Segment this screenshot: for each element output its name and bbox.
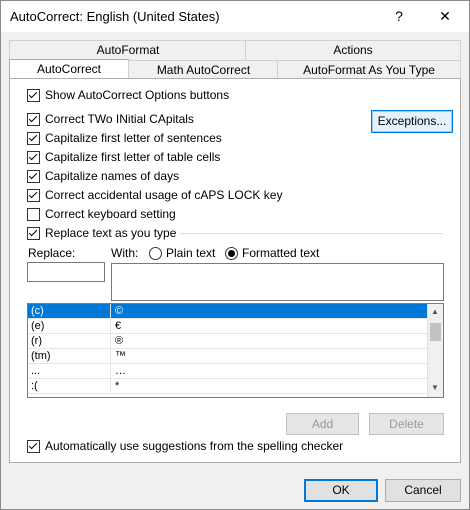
column-divider xyxy=(110,319,111,334)
scroll-thumb[interactable] xyxy=(430,323,441,341)
tab-autoformat-as-you-type[interactable]: AutoFormat As You Type xyxy=(277,60,461,80)
with-label: With: xyxy=(111,246,139,260)
checkbox-checked[interactable] xyxy=(27,226,40,240)
list-item[interactable]: ... … xyxy=(28,364,427,379)
radio-unselected[interactable] xyxy=(149,246,162,260)
keyboard-setting-checkbox[interactable]: Correct keyboard setting xyxy=(27,206,176,222)
entry-with-text: © xyxy=(115,305,124,317)
replace-input[interactable] xyxy=(27,262,105,282)
checkbox-label: Correct keyboard setting xyxy=(45,207,176,221)
dialog-title: AutoCorrect: English (United States) xyxy=(10,9,220,24)
checkbox-label: Replace text as you type xyxy=(45,226,177,240)
column-divider xyxy=(110,304,111,319)
list-item[interactable]: (c) © xyxy=(28,304,427,319)
checkbox-checked[interactable] xyxy=(27,131,40,145)
checkbox-checked[interactable] xyxy=(27,188,40,202)
checkbox-unchecked[interactable] xyxy=(27,207,40,221)
autocorrect-dialog: AutoCorrect: English (United States) ? ✕… xyxy=(0,0,470,510)
column-divider xyxy=(110,379,111,394)
tab-label: AutoCorrect xyxy=(36,62,102,76)
list-item[interactable]: :( * xyxy=(28,379,427,394)
checkbox-checked[interactable] xyxy=(27,112,40,126)
checkbox-checked[interactable] xyxy=(27,169,40,183)
tab-actions[interactable]: Actions xyxy=(245,40,461,60)
column-divider xyxy=(110,334,111,349)
tab-label: Math AutoCorrect xyxy=(156,63,251,77)
entry-replace-text: (tm) xyxy=(31,350,51,362)
caps-lock-checkbox[interactable]: Correct accidental usage of cAPS LOCK ke… xyxy=(27,187,282,203)
cancel-button[interactable]: Cancel xyxy=(385,479,461,502)
tab-autoformat[interactable]: AutoFormat xyxy=(9,40,247,60)
autocorrect-entries-list[interactable]: (c) © (e) € (r) ® (tm) ™... … :( * ▲ ▼ xyxy=(27,303,444,398)
formatted-text-radio[interactable]: Formatted text xyxy=(225,246,319,260)
first-table-cell-checkbox[interactable]: Capitalize first letter of table cells xyxy=(27,149,220,165)
entry-with-text: … xyxy=(115,365,126,377)
add-button[interactable]: Add xyxy=(286,413,359,435)
plain-text-radio[interactable]: Plain text xyxy=(149,246,215,260)
with-input[interactable] xyxy=(111,263,444,301)
list-scrollbar[interactable]: ▲ ▼ xyxy=(427,304,443,397)
checkbox-label: Capitalize first letter of table cells xyxy=(45,150,221,164)
column-divider xyxy=(110,349,111,364)
checkbox-label: Correct accidental usage of cAPS LOCK ke… xyxy=(45,188,283,202)
delete-button[interactable]: Delete xyxy=(369,413,444,435)
show-buttons-checkbox[interactable]: Show AutoCorrect Options buttons xyxy=(27,87,229,103)
two-initial-caps-checkbox[interactable]: Correct TWo INitial CApitals xyxy=(27,111,194,127)
first-sentence-checkbox[interactable]: Capitalize first letter of sentences xyxy=(27,130,222,146)
entry-replace-text: (c) xyxy=(31,305,44,317)
help-button[interactable]: ? xyxy=(385,5,413,27)
replace-as-you-type-checkbox[interactable]: Replace text as you type xyxy=(27,225,181,241)
entry-replace-text: (r) xyxy=(31,335,42,347)
radio-label: Plain text xyxy=(166,246,216,260)
replace-label: Replace: xyxy=(28,246,76,260)
entry-with-text: € xyxy=(115,320,122,332)
list-item[interactable]: (e) € xyxy=(28,319,427,334)
tab-autocorrect[interactable]: AutoCorrect xyxy=(9,59,129,80)
entry-with-text: ™ xyxy=(115,350,126,362)
close-button[interactable]: ✕ xyxy=(431,5,459,27)
checkbox-label: Capitalize first letter of sentences xyxy=(45,131,222,145)
scroll-up-icon[interactable]: ▲ xyxy=(431,307,439,316)
tab-math-autocorrect[interactable]: Math AutoCorrect xyxy=(128,60,279,80)
list-item[interactable]: (r) ® xyxy=(28,334,427,349)
entry-with-text: ® xyxy=(115,335,124,347)
tab-label: AutoFormat xyxy=(96,43,160,57)
scroll-down-icon[interactable]: ▼ xyxy=(431,383,439,392)
checkbox-label: Correct TWo INitial CApitals xyxy=(45,112,194,126)
tab-label: AutoFormat As You Type xyxy=(303,63,435,77)
title-bar: AutoCorrect: English (United States) ? ✕ xyxy=(1,1,469,32)
radio-label: Formatted text xyxy=(242,246,320,260)
exceptions-button[interactable]: Exceptions... xyxy=(371,110,453,133)
radio-selected[interactable] xyxy=(225,246,238,260)
ok-button[interactable]: OK xyxy=(304,479,378,502)
checkbox-checked[interactable] xyxy=(27,439,40,453)
checkbox-label: Capitalize names of days xyxy=(45,169,180,183)
checkbox-checked[interactable] xyxy=(27,88,40,102)
entry-replace-text: (e) xyxy=(31,320,45,332)
column-divider xyxy=(110,364,111,379)
entry-with-text: * xyxy=(115,380,120,392)
spelling-suggestions-checkbox[interactable]: Automatically use suggestions from the s… xyxy=(27,438,343,454)
checkbox-label: Show AutoCorrect Options buttons xyxy=(45,88,230,102)
checkbox-checked[interactable] xyxy=(27,150,40,164)
entry-replace-text: :( xyxy=(31,380,38,392)
entry-replace-text: ... xyxy=(31,365,41,377)
tab-label: Actions xyxy=(333,43,373,57)
names-of-days-checkbox[interactable]: Capitalize names of days xyxy=(27,168,179,184)
list-item[interactable]: (tm) ™ xyxy=(28,349,427,364)
checkbox-label: Automatically use suggestions from the s… xyxy=(45,439,344,453)
